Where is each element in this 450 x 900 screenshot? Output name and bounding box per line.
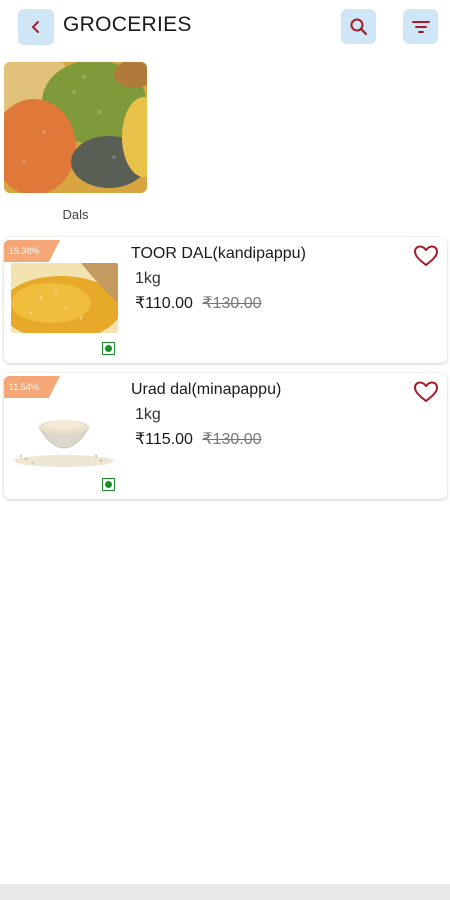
- page-title: GROCERIES: [63, 13, 192, 36]
- category-tile-dals[interactable]: Dals: [4, 62, 147, 222]
- veg-indicator-icon: [102, 342, 115, 355]
- veg-indicator-icon: [102, 478, 115, 491]
- discount-badge: 15.38%: [4, 240, 60, 262]
- product-name: TOOR DAL(kandipappu): [131, 245, 306, 262]
- product-card[interactable]: 11.54% Urad dal(minapappu) 1kg ₹115.00 ₹…: [4, 373, 447, 499]
- filter-button[interactable]: [403, 9, 438, 44]
- product-mrp: ₹130.00: [202, 431, 262, 448]
- category-label: Dals: [62, 207, 89, 222]
- product-price: ₹110.00: [135, 295, 193, 312]
- product-quantity: 1kg: [135, 406, 161, 423]
- product-price: ₹115.00: [135, 431, 193, 448]
- search-icon: [350, 18, 367, 35]
- product-card[interactable]: 15.38% TOOR DAL(kandipappu) 1kg ₹110.00 …: [4, 237, 447, 363]
- chevron-left-icon: [32, 21, 39, 33]
- back-button[interactable]: [18, 9, 54, 45]
- heart-icon[interactable]: [413, 380, 439, 404]
- product-image: [11, 399, 118, 469]
- product-quantity: 1kg: [135, 270, 161, 287]
- heart-icon[interactable]: [413, 244, 439, 268]
- product-name: Urad dal(minapappu): [131, 381, 282, 398]
- product-image: [11, 263, 118, 333]
- discount-badge: 11.54%: [4, 376, 60, 398]
- search-button[interactable]: [341, 9, 376, 44]
- bottom-system-bar: [0, 884, 450, 900]
- product-mrp: ₹130.00: [202, 295, 262, 312]
- filter-icon: [411, 20, 430, 33]
- category-image: [4, 62, 147, 193]
- price-row: ₹110.00 ₹130.00: [135, 293, 262, 313]
- price-row: ₹115.00 ₹130.00: [135, 429, 262, 449]
- app-header: GROCERIES: [0, 0, 450, 56]
